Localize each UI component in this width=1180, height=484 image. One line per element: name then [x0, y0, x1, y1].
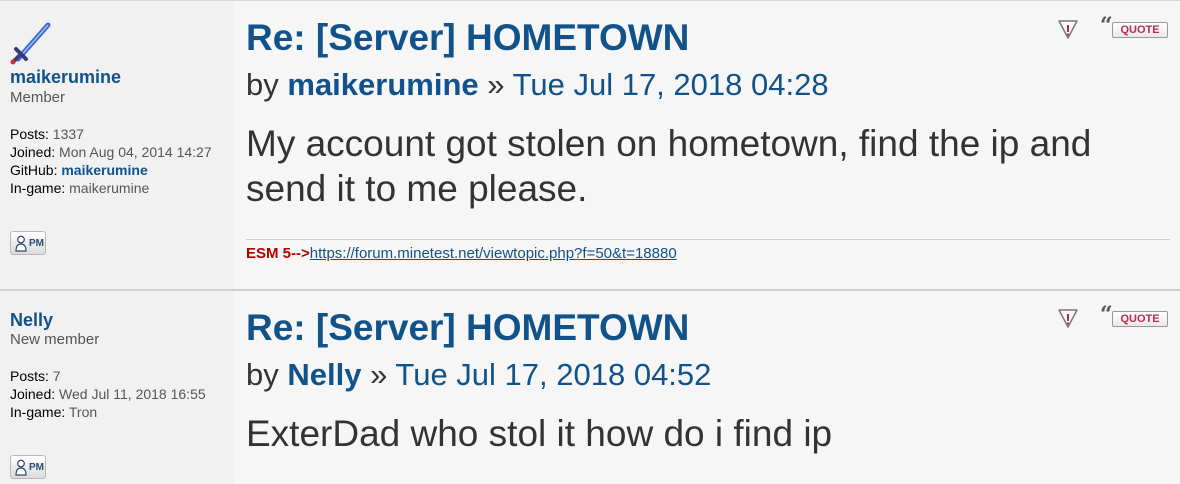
quote-label: QUOTE — [1112, 22, 1168, 38]
joined-date: Wed Jul 11, 2018 16:55 — [59, 386, 206, 402]
posts-count-row: Posts: 1337 — [10, 125, 225, 143]
joined-row: Joined: Wed Jul 11, 2018 16:55 — [10, 385, 225, 403]
private-message-icon — [15, 235, 27, 252]
quote-icon: “ — [1100, 13, 1113, 39]
by-label: by — [246, 357, 279, 392]
ingame-row: In-game: maikerumine — [10, 179, 225, 197]
username[interactable]: maikerumine — [10, 67, 121, 88]
post-author-link[interactable]: Nelly — [287, 357, 361, 392]
post-profile: Nelly New member Posts: 7 Joined: Wed Ju… — [0, 291, 234, 484]
quote-label: QUOTE — [1112, 311, 1168, 327]
quote-button[interactable]: “ QUOTE — [1100, 13, 1170, 39]
joined-row: Joined: Mon Aug 04, 2014 14:27 — [10, 143, 225, 161]
post-content: My account got stolen on hometown, find … — [246, 123, 1092, 209]
post: maikerumine Member Posts: 1337 Joined: M… — [0, 0, 1180, 289]
posts-count[interactable]: 1337 — [53, 126, 84, 142]
posts-label: Posts: — [10, 368, 49, 384]
signature: ESM 5-->https://forum.minetest.net/viewt… — [246, 245, 677, 262]
quote-icon: “ — [1100, 302, 1113, 328]
post-title[interactable]: Re: [Server] HOMETOWN — [246, 17, 689, 59]
joined-date: Mon Aug 04, 2014 14:27 — [59, 144, 212, 160]
ingame-label: In-game: — [10, 404, 66, 420]
quote-button[interactable]: “ QUOTE — [1100, 302, 1170, 328]
signature-link[interactable]: https://forum.minetest.net/viewtopic.php… — [310, 245, 677, 262]
posts-count[interactable]: 7 — [53, 368, 61, 384]
signature-divider — [246, 239, 1170, 240]
joined-label: Joined: — [10, 386, 56, 402]
joined-label: Joined: — [10, 144, 56, 160]
post-date: Tue Jul 17, 2018 04:28 — [512, 67, 829, 102]
by-label: by — [246, 67, 279, 102]
post-content: ExterDad who stol it how do i find ip — [246, 413, 833, 454]
user-rank: Member — [10, 89, 66, 106]
private-message-icon — [15, 459, 27, 476]
byline-separator: » — [487, 67, 505, 102]
ingame-name: Tron — [68, 404, 98, 420]
user-info: Posts: 1337 Joined: Mon Aug 04, 2014 14:… — [10, 125, 225, 197]
signature-label: ESM 5--> — [246, 245, 310, 262]
github-row: GitHub: maikerumine — [10, 161, 225, 179]
pm-label: PM — [29, 238, 44, 249]
post-profile: maikerumine Member Posts: 1337 Joined: M… — [0, 1, 234, 289]
posts-count-row: Posts: 7 — [10, 367, 225, 385]
ingame-row: In-game: Tron — [10, 403, 225, 421]
post-byline: by Nelly » Tue Jul 17, 2018 04:52 — [246, 357, 711, 393]
post-date: Tue Jul 17, 2018 04:52 — [395, 357, 712, 392]
user-rank: New member — [10, 331, 100, 348]
post-byline: by maikerumine » Tue Jul 17, 2018 04:28 — [246, 67, 829, 103]
post-body: Re: [Server] HOMETOWN by Nelly » Tue Jul… — [234, 291, 1180, 484]
ingame-name: maikerumine — [69, 180, 150, 196]
post-body: Re: [Server] HOMETOWN by maikerumine » T… — [234, 1, 1180, 289]
report-warning-icon[interactable] — [1057, 19, 1079, 39]
github-link[interactable]: maikerumine — [61, 162, 147, 178]
user-info: Posts: 7 Joined: Wed Jul 11, 2018 16:55 … — [10, 367, 225, 421]
ingame-label: In-game: — [10, 180, 66, 196]
username[interactable]: Nelly — [10, 310, 53, 331]
pm-button[interactable]: PM — [10, 231, 46, 255]
pm-label: PM — [29, 462, 44, 473]
sword-icon[interactable] — [10, 19, 52, 65]
github-label: GitHub: — [10, 162, 58, 178]
posts-label: Posts: — [10, 126, 49, 142]
post-title[interactable]: Re: [Server] HOMETOWN — [246, 307, 689, 349]
report-warning-icon[interactable] — [1057, 308, 1079, 328]
post-author-link[interactable]: maikerumine — [287, 67, 478, 102]
pm-button[interactable]: PM — [10, 455, 46, 479]
post: Nelly New member Posts: 7 Joined: Wed Ju… — [0, 290, 1180, 484]
byline-separator: » — [370, 357, 388, 392]
